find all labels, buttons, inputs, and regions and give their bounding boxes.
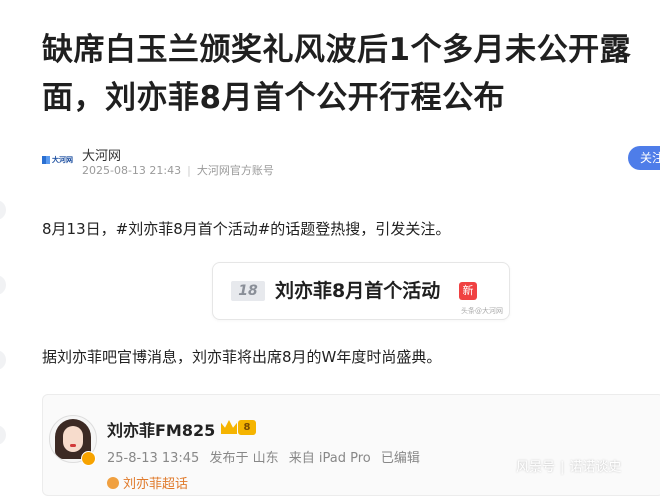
weibo-post-card[interactable]: 刘亦菲FM825 8 25-8-13 13:45 发布于 山东 来自 iPad … — [42, 394, 660, 496]
source-logo[interactable]: 大河网 — [42, 150, 76, 170]
watermark-author: 诺诺谈史 — [569, 460, 622, 475]
new-badge: 新 — [459, 282, 477, 300]
hot-card-watermark: 头条@大河网 — [461, 307, 503, 315]
post-device: 来自 iPad Pro — [288, 451, 371, 466]
source-meta: 2025-08-13 21:43 | 大河网官方账号 — [82, 164, 274, 177]
side-action-1[interactable] — [0, 200, 6, 220]
article-headline: 缺席白玉兰颁奖礼风波后1个多月未公开露面，刘亦菲8月首个公开行程公布 — [42, 32, 632, 116]
super-topic-icon — [107, 477, 119, 489]
super-topic-link[interactable]: 刘亦菲超话 — [107, 473, 188, 492]
publish-date: 2025-08-13 21:43 — [82, 164, 182, 177]
hot-topic-title: 刘亦菲8月首个活动 — [275, 280, 441, 302]
side-action-3[interactable] — [0, 350, 6, 370]
dahe-logo-icon — [42, 156, 50, 164]
hot-rank: 18 — [231, 281, 265, 301]
avatar-lips — [70, 444, 76, 447]
source-row: 大河网 大河网 2025-08-13 21:43 | 大河网官方账号 关注 — [42, 146, 660, 180]
level-badge: 8 — [238, 420, 256, 435]
paragraph-2: 据刘亦菲吧官博消息，刘亦菲将出席8月的W年度时尚盛典。 — [42, 348, 442, 366]
follow-button[interactable]: 关注 — [628, 146, 660, 170]
weibo-username[interactable]: 刘亦菲FM825 — [107, 417, 215, 441]
avatar-face — [63, 426, 83, 452]
hot-search-card[interactable]: 18 刘亦菲8月首个活动 新 头条@大河网 — [212, 262, 510, 320]
verified-icon — [81, 451, 96, 466]
side-action-4[interactable] — [0, 425, 6, 445]
post-edited: 已编辑 — [380, 451, 420, 466]
watermark: 风景号 | 诺诺谈史 — [516, 460, 622, 475]
account-type: 大河网官方账号 — [196, 164, 274, 177]
post-location: 发布于 山东 — [209, 451, 279, 466]
watermark-brand: 风景号 — [516, 460, 556, 475]
crown-icon — [221, 420, 237, 434]
post-time: 25-8-13 13:45 — [107, 451, 200, 466]
side-action-2[interactable] — [0, 275, 6, 295]
source-logo-text: 大河网 — [52, 156, 73, 164]
weibo-meta: 25-8-13 13:45 发布于 山东 来自 iPad Pro 已编辑 — [107, 447, 426, 466]
paragraph-1: 8月13日，#刘亦菲8月首个活动#的话题登热搜，引发关注。 — [42, 220, 451, 238]
super-topic-label: 刘亦菲超话 — [123, 477, 189, 492]
